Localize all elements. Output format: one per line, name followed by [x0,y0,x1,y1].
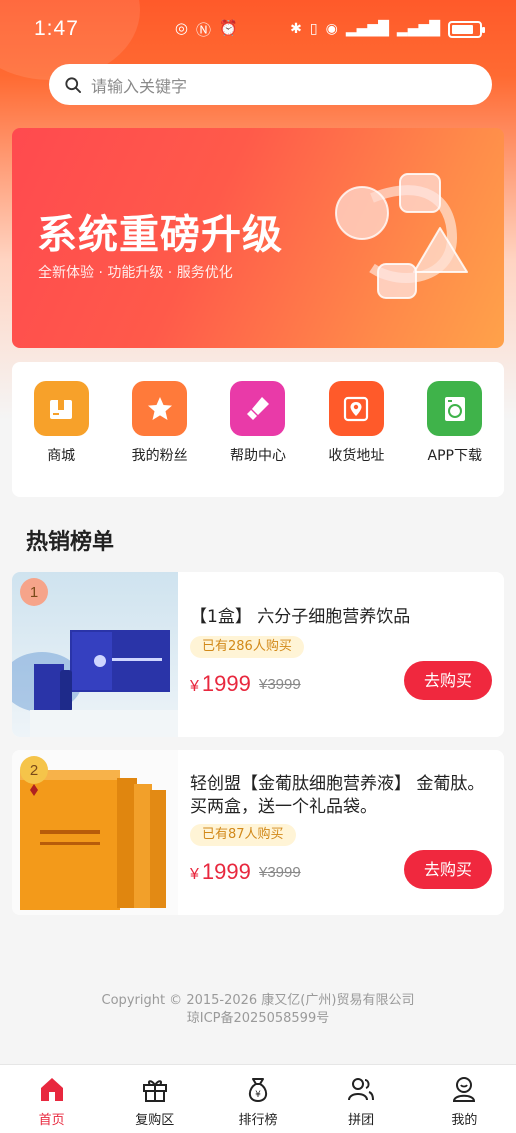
shapes-graphic-icon [335,173,468,299]
banner-subtitle: 全新体验 · 功能升级 · 服务优化 [38,265,233,281]
group-icon [348,1078,375,1101]
icp-link[interactable]: 琼ICP备2025058599号 [0,1010,516,1028]
product-name: 【1盒】 六分子细胞营养饮品 [190,607,411,627]
tab-repurchase[interactable]: 复购区 [115,1074,195,1133]
product-price: ¥1999 [190,859,251,884]
original-price: ¥3999 [259,864,301,881]
quick-menu: 商城 我的粉丝 帮助中心 收货地址 APP下载 [12,362,504,497]
gift-icon [142,1080,167,1102]
signal-icon: ▂▄▆█ [396,21,440,37]
original-price: ¥3999 [259,676,301,693]
menu-item-address[interactable]: 收货地址 [311,381,401,497]
tab-label: 我的 [451,1113,478,1128]
star-icon [132,381,188,436]
bottom-tabbar: 首页 复购区 ¥ 排行榜 拼团 我的 [0,1064,516,1133]
bluetooth-icon: ✱ [290,21,302,37]
signal-icon: ▂▄▆█ [345,21,389,37]
banner-title: 系统重磅升级 [37,212,283,258]
section-title: 热销榜单 [26,530,115,555]
alarm-icon: ⏰ [218,18,238,37]
svg-text:¥: ¥ [255,1090,261,1100]
status-notification-icons: ◎ Ⓝ ⏰ [175,19,238,40]
menu-item-shop[interactable]: 商城 [16,381,106,497]
rank-badge: 2 [20,756,48,784]
product-image[interactable]: 1 [12,572,178,737]
menu-label: 收货地址 [328,448,385,464]
search-input[interactable]: 请输入关键字 [91,73,187,97]
promo-banner[interactable]: 系统重磅升级 全新体验 · 功能升级 · 服务优化 [12,128,504,348]
product-name: 轻创盟【金葡肽细胞营养液】 金葡肽。买两盒，送一个礼品袋。 [190,774,485,817]
product-card[interactable]: 1 【1盒】 六分子细胞营养饮品 已有286人购买 ¥1999 ¥3999 去购… [12,572,504,737]
status-system-icons: ✱ ▯ ◉ ▂▄▆█ ▂▄▆█ [290,20,485,38]
search-icon [65,76,82,93]
menu-item-fans[interactable]: 我的粉丝 [115,381,205,497]
tab-mine[interactable]: 我的 [424,1074,504,1133]
tab-label: 排行榜 [238,1113,278,1128]
tab-label: 复购区 [135,1113,175,1128]
tab-label: 首页 [38,1113,65,1128]
hotspot-icon: ◉ [325,21,338,37]
tab-ranking[interactable]: ¥ 排行榜 [218,1074,298,1133]
search-bar[interactable]: 请输入关键字 [49,64,492,105]
product-price: ¥1999 [190,671,251,696]
map-pin-icon [328,381,384,436]
home-icon [40,1078,63,1101]
copyright-footer: Copyright © 2015-2026 康又亿(广州)贸易有限公司 琼ICP… [0,992,516,1028]
washer-icon [427,381,483,436]
product-card[interactable]: 2 轻创盟【金葡肽细胞营养液】 金葡肽。买两盒，送一个礼品袋。 已有87人购买 … [12,750,504,915]
status-time: 1:47 [34,17,79,40]
buy-button[interactable]: 去购买 [404,661,492,700]
menu-label: 商城 [47,448,76,464]
sold-count-badge: 已有286人购买 [190,636,304,658]
menu-item-app-download[interactable]: APP下载 [410,381,500,497]
shop-box-icon [33,381,89,436]
status-bar: 1:47 ◎ Ⓝ ⏰ ✱ ▯ ◉ ▂▄▆█ ▂▄▆█ [0,0,516,58]
menu-label: 我的粉丝 [131,448,188,464]
money-bag-icon: ¥ [248,1078,268,1103]
nfc-icon: ◎ [174,18,188,37]
vibrate-icon: ▯ [309,21,318,37]
tab-home[interactable]: 首页 [12,1074,92,1133]
tab-group-buy[interactable]: 拼团 [321,1074,401,1133]
product-image[interactable]: 2 [12,750,178,915]
user-icon [453,1077,476,1102]
battery-icon [448,20,485,38]
menu-label: 帮助中心 [229,448,286,464]
rank-badge: 1 [20,578,48,606]
tab-label: 拼团 [348,1113,375,1128]
nfc-icon: Ⓝ [195,20,211,39]
menu-item-help[interactable]: 帮助中心 [213,381,303,497]
lipstick-icon [230,381,286,436]
copyright-text: Copyright © 2015-2026 康又亿(广州)贸易有限公司 [101,993,415,1008]
sold-count-badge: 已有87人购买 [190,824,296,846]
buy-button[interactable]: 去购买 [404,850,492,889]
menu-label: APP下载 [427,448,482,464]
